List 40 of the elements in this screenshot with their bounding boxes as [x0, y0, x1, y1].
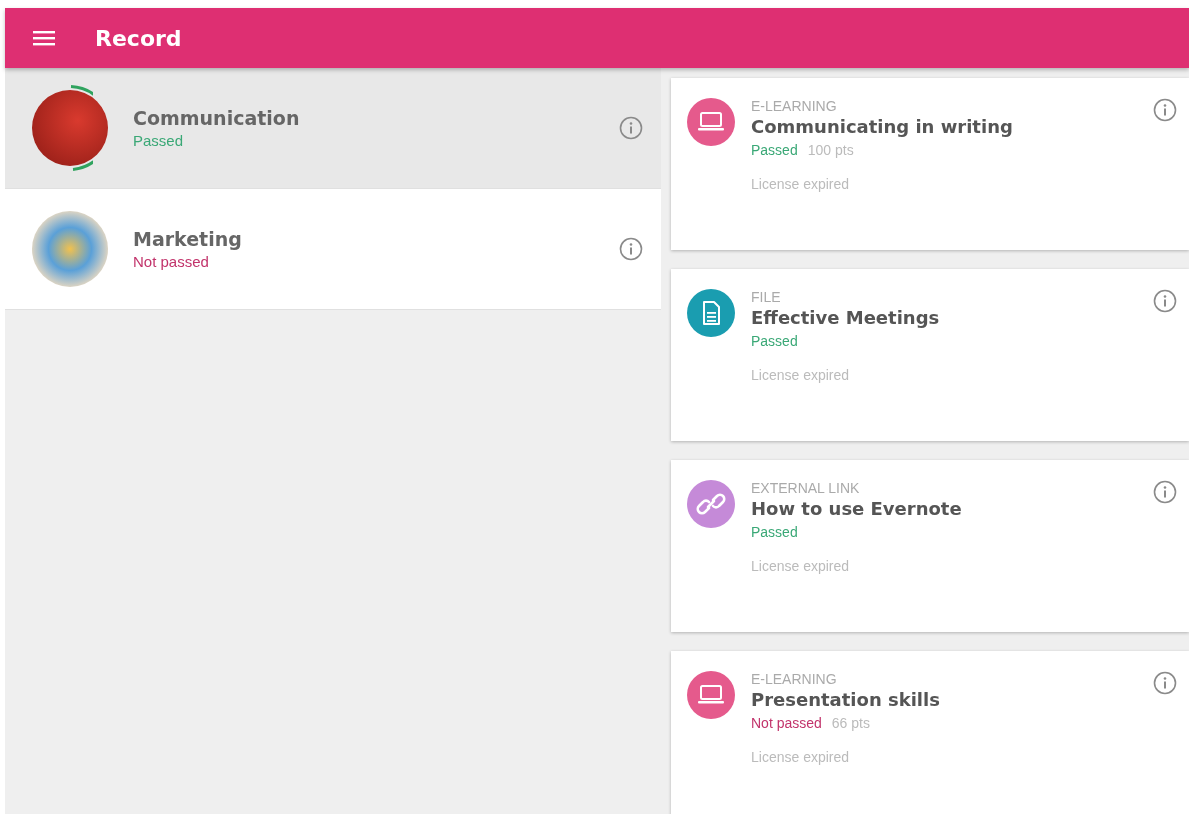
item-title: Effective Meetings — [751, 307, 941, 328]
course-item[interactable]: Marketing Not passed — [5, 189, 661, 310]
license-status: License expired — [751, 367, 851, 383]
course-name: Marketing — [133, 228, 243, 250]
menu-icon[interactable] — [33, 30, 55, 46]
item-points: 66 pts — [831, 715, 870, 731]
item-type: EXTERNAL LINK — [751, 480, 861, 496]
course-status: Passed — [133, 132, 185, 149]
item-type: E-LEARNING — [751, 671, 838, 687]
item-status: Passed — [751, 333, 798, 349]
item-points: 100 pts — [807, 142, 854, 158]
learning-card[interactable]: E-LEARNING Presentation skills Not passed 66 pts License expired — [671, 651, 1189, 814]
license-status: License expired — [751, 558, 851, 574]
item-type: E-LEARNING — [751, 98, 838, 114]
course-item[interactable]: Communication Passed — [5, 68, 661, 189]
course-name: Communication — [133, 107, 301, 129]
item-status: Passed — [751, 524, 798, 540]
info-icon[interactable] — [1153, 671, 1177, 695]
learning-card[interactable]: EXTERNAL LINK How to use Evernote Passed License expired — [671, 460, 1189, 632]
info-icon[interactable] — [1153, 289, 1177, 313]
license-status: License expired — [751, 176, 851, 192]
link-icon — [687, 480, 735, 528]
laptop-icon — [687, 98, 735, 146]
document-icon — [687, 289, 735, 337]
laptop-icon — [687, 671, 735, 719]
app-title: Record — [95, 25, 182, 51]
item-title: Presentation skills — [751, 689, 941, 710]
item-type: FILE — [751, 289, 782, 305]
info-icon[interactable] — [619, 116, 643, 140]
item-title: How to use Evernote — [751, 498, 963, 519]
item-title: Communicating in writing — [751, 116, 1014, 137]
learning-card[interactable]: FILE Effective Meetings Passed License expired — [671, 269, 1189, 441]
license-status: License expired — [751, 749, 851, 765]
info-icon[interactable] — [1153, 98, 1177, 122]
course-status: Not passed — [133, 253, 210, 270]
item-status: Passed — [751, 142, 798, 158]
item-status: Not passed — [751, 715, 822, 731]
learning-card[interactable]: E-LEARNING Communicating in writing Passed 100 pts License expired — [671, 78, 1189, 250]
info-icon[interactable] — [619, 237, 643, 261]
info-icon[interactable] — [1153, 480, 1177, 504]
